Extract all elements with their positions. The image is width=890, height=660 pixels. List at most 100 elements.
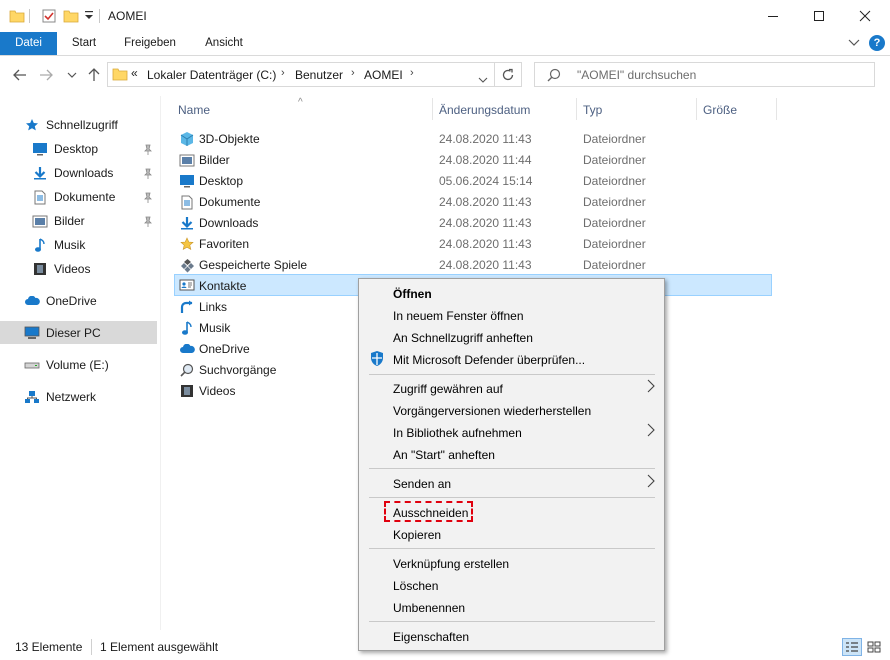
column-size[interactable]: Größe (703, 103, 737, 117)
back-button[interactable] (10, 65, 30, 85)
file-row[interactable]: Bilder 24.08.2020 11:44 Dateiordner (174, 149, 772, 170)
file-name: Musik (199, 321, 231, 335)
submenu-arrow-icon (647, 423, 655, 440)
address-bar[interactable]: « Lokaler Datenträger (C:) › Benutzer › … (107, 62, 495, 87)
breadcrumb-aomei[interactable]: AOMEI (364, 68, 403, 82)
sidebar-item-label: Volume (E:) (46, 358, 109, 372)
menu-item-open-new-window[interactable]: In neuem Fenster öffnen (393, 309, 524, 323)
cut-highlight-box (384, 501, 473, 522)
menu-item-include-library[interactable]: In Bibliothek aufnehmen (393, 426, 522, 440)
file-type: Dateiordner (583, 216, 646, 230)
column-type[interactable]: Typ (583, 103, 602, 117)
pin-icon[interactable] (143, 144, 153, 156)
desktop-icon (179, 173, 195, 189)
large-icons-view-button[interactable] (864, 638, 884, 656)
file-row[interactable]: Favoriten 24.08.2020 11:43 Dateiordner (174, 233, 772, 254)
close-button[interactable] (842, 0, 888, 31)
details-view-button[interactable] (842, 638, 862, 656)
column-divider[interactable] (696, 98, 697, 120)
sidebar-item-onedrive[interactable]: OneDrive (24, 290, 97, 312)
menu-item-rename[interactable]: Umbenennen (393, 601, 465, 615)
item-count: 13 Elemente (15, 640, 83, 654)
chevron-right-icon[interactable]: › (410, 67, 414, 79)
file-type: Dateiordner (583, 174, 646, 188)
pin-icon[interactable] (143, 216, 153, 228)
maximize-button[interactable] (796, 0, 842, 31)
onedrive-icon (24, 293, 40, 309)
sidebar-item-label: Musik (54, 238, 86, 252)
menu-item-delete[interactable]: Löschen (393, 579, 438, 593)
breadcrumb-overflow[interactable]: « (131, 66, 138, 80)
pane-divider[interactable] (160, 96, 161, 630)
sidebar-item-label: Dieser PC (46, 325, 101, 340)
breadcrumb-drive[interactable]: Lokaler Datenträger (C:) (147, 68, 276, 82)
file-name: Videos (199, 384, 236, 398)
selection-count: 1 Element ausgewählt (100, 640, 219, 654)
column-name[interactable]: Name (178, 103, 210, 117)
tab-freigeben[interactable]: Freigeben (115, 32, 185, 55)
folder-icon (112, 66, 128, 85)
menu-item-open[interactable]: Öffnen (393, 287, 432, 301)
chevron-right-icon[interactable]: › (281, 67, 285, 79)
file-row[interactable]: 3D-Objekte 24.08.2020 11:43 Dateiordner (174, 128, 772, 149)
sidebar-item-videos[interactable]: Videos (32, 258, 90, 280)
menu-item-pin-quick-access[interactable]: An Schnellzugriff anheften (393, 331, 533, 345)
file-row[interactable]: Gespeicherte Spiele 24.08.2020 11:43 Dat… (174, 254, 772, 275)
customize-quick-access-icon[interactable] (84, 9, 94, 24)
navigation-pane: Schnellzugriff Desktop Downloads Dokumen… (0, 100, 160, 630)
menu-item-send-to[interactable]: Senden an (393, 477, 451, 491)
tab-datei[interactable]: Datei (0, 32, 57, 55)
search-box[interactable]: "AOMEI" durchsuchen (534, 62, 875, 87)
expand-ribbon-icon[interactable] (846, 35, 862, 51)
menu-item-defender-scan[interactable]: Mit Microsoft Defender überprüfen... (393, 353, 585, 367)
refresh-button[interactable] (494, 62, 522, 87)
file-type: Dateiordner (583, 195, 646, 209)
pin-icon[interactable] (143, 168, 153, 180)
file-row[interactable]: Downloads 24.08.2020 11:43 Dateiordner (174, 212, 772, 233)
new-folder-icon[interactable] (63, 8, 79, 27)
recent-locations-button[interactable] (62, 65, 82, 85)
help-icon[interactable]: ? (869, 35, 885, 51)
chevron-right-icon[interactable]: › (351, 67, 355, 79)
file-name: Dokumente (199, 195, 261, 209)
tab-ansicht[interactable]: Ansicht (196, 32, 252, 55)
sidebar-item-pictures[interactable]: Bilder (32, 210, 85, 232)
onedrive-icon (179, 341, 195, 357)
menu-item-create-shortcut[interactable]: Verknüpfung erstellen (393, 557, 509, 571)
sidebar-item-documents[interactable]: Dokumente (32, 186, 115, 208)
up-button[interactable] (84, 65, 104, 85)
file-name: 3D-Objekte (199, 132, 260, 146)
column-divider[interactable] (432, 98, 433, 120)
music-icon (179, 320, 195, 336)
minimize-button[interactable] (750, 0, 796, 31)
file-row[interactable]: Desktop 05.06.2024 15:14 Dateiordner (174, 170, 772, 191)
videos-icon (179, 383, 195, 399)
downloads-icon (32, 165, 48, 181)
menu-item-pin-start[interactable]: An "Start" anheften (393, 448, 495, 462)
column-divider[interactable] (776, 98, 777, 120)
column-date[interactable]: Änderungsdatum (439, 103, 530, 117)
menu-item-give-access[interactable]: Zugriff gewähren auf (393, 382, 503, 396)
sidebar-item-quick-access[interactable]: Schnellzugriff (24, 114, 118, 136)
sidebar-item-music[interactable]: Musik (32, 234, 85, 256)
sidebar-item-downloads[interactable]: Downloads (32, 162, 113, 184)
address-dropdown-icon[interactable] (478, 72, 488, 86)
column-divider[interactable] (576, 98, 577, 120)
breadcrumb-users[interactable]: Benutzer (295, 68, 343, 82)
menu-item-copy[interactable]: Kopieren (393, 528, 441, 542)
pin-icon[interactable] (143, 192, 153, 204)
divider (91, 639, 92, 655)
sidebar-item-volume-e[interactable]: Volume (E:) (24, 354, 109, 376)
sidebar-item-network[interactable]: Netzwerk (24, 386, 96, 408)
sidebar-item-label: Videos (54, 262, 91, 276)
file-type: Dateiordner (583, 258, 646, 272)
tab-start[interactable]: Start (62, 32, 106, 55)
menu-item-restore-versions[interactable]: Vorgängerversionen wiederherstellen (393, 404, 591, 418)
sidebar-item-this-pc[interactable]: Dieser PC (0, 321, 157, 344)
3d-objects-icon (179, 131, 195, 147)
properties-icon[interactable] (41, 8, 57, 27)
documents-icon (32, 189, 48, 205)
file-row[interactable]: Dokumente 24.08.2020 11:43 Dateiordner (174, 191, 772, 212)
forward-button[interactable] (36, 65, 56, 85)
sidebar-item-desktop[interactable]: Desktop (32, 138, 98, 160)
